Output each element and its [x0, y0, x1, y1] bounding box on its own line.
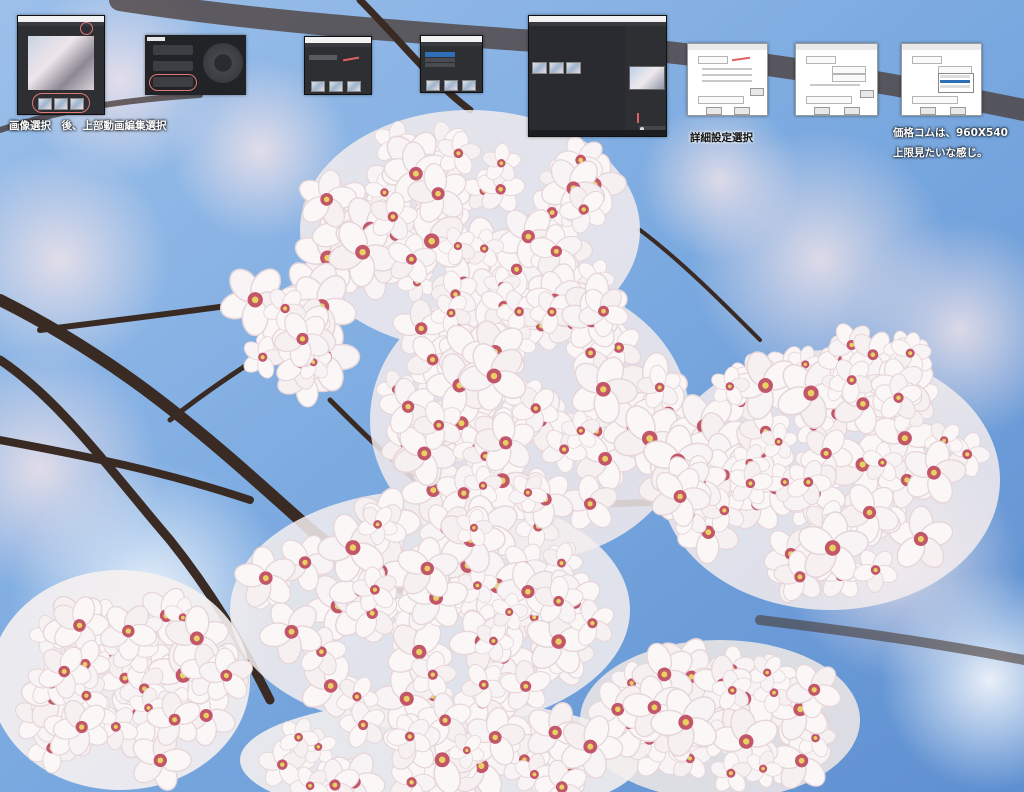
screenshot-edit-menu — [145, 35, 246, 95]
setting-row — [702, 74, 752, 76]
thumbnail-highlight — [32, 93, 90, 113]
window-menubar — [421, 42, 482, 46]
resolution-dropdown[interactable] — [938, 73, 974, 93]
red-arrow-down — [637, 113, 639, 123]
screenshot-resolution-dropdown — [901, 43, 982, 116]
ok-button[interactable] — [706, 107, 722, 115]
window-menubar — [305, 43, 371, 47]
timeline-panel — [529, 26, 625, 130]
format-field[interactable] — [698, 56, 728, 64]
list-item[interactable] — [425, 58, 455, 62]
resolution-field[interactable] — [832, 66, 866, 74]
browse-button[interactable] — [860, 90, 874, 98]
setting-row — [702, 80, 752, 82]
red-arrow — [731, 56, 751, 61]
output-path-field[interactable] — [698, 96, 744, 104]
caption-step3-line2: 上限見たいな感じ。 — [893, 147, 988, 159]
thumbnail[interactable] — [311, 81, 325, 92]
setting-row — [810, 84, 860, 86]
screenshot-editor-list — [420, 35, 483, 93]
output-path-field[interactable] — [806, 96, 852, 104]
output-path-field[interactable] — [912, 96, 958, 104]
list-selected[interactable] — [425, 52, 455, 57]
top-edit-highlight — [80, 22, 93, 35]
dropdown-option[interactable] — [940, 85, 970, 88]
thumbnail[interactable] — [426, 80, 440, 91]
app-logo-icon — [147, 37, 165, 41]
preview-pane — [629, 66, 665, 90]
thumbnail[interactable] — [347, 81, 361, 92]
caption-step1: 画像選択 後、上部動画編集選択 — [9, 120, 167, 132]
menu-item[interactable] — [153, 61, 193, 71]
dropdown-option-selected[interactable] — [940, 80, 970, 83]
screenshot-detail-settings-2 — [795, 43, 878, 116]
ok-button[interactable] — [814, 107, 830, 115]
ok-button[interactable] — [920, 107, 936, 115]
bitrate-field[interactable] — [832, 74, 866, 82]
video-edit-highlight — [149, 74, 197, 91]
thumbnail[interactable] — [532, 62, 547, 74]
settings-field[interactable] — [309, 55, 337, 60]
window-titlebar — [796, 44, 877, 50]
thumbnail[interactable] — [566, 62, 581, 74]
thumbnail[interactable] — [462, 80, 476, 91]
photo-preview — [28, 36, 94, 90]
caption-step2: 詳細設定選択 — [690, 132, 753, 144]
screenshot-editor — [304, 36, 372, 95]
setting-row — [702, 68, 752, 70]
window-titlebar — [902, 44, 981, 50]
thumbnail[interactable] — [549, 62, 564, 74]
screenshot-detail-settings — [687, 43, 768, 116]
thumbnail[interactable] — [329, 81, 343, 92]
format-field[interactable] — [806, 56, 836, 64]
dropdown-option[interactable] — [940, 75, 970, 78]
screenshot-editor-large — [528, 15, 667, 137]
dial-icon[interactable] — [203, 43, 243, 83]
menu-item[interactable] — [153, 45, 193, 55]
thumbnail[interactable] — [444, 80, 458, 91]
format-field[interactable] — [912, 56, 942, 64]
browse-button[interactable] — [750, 88, 764, 96]
cancel-button[interactable] — [844, 107, 860, 115]
caption-step3: 価格コムは、960X540 — [893, 127, 1008, 139]
status-bar — [529, 130, 666, 136]
red-arrow — [342, 56, 360, 61]
list-item[interactable] — [425, 63, 455, 67]
screenshot-image-select — [17, 15, 105, 115]
cancel-button[interactable] — [950, 107, 966, 115]
cancel-button[interactable] — [734, 107, 750, 115]
window-titlebar — [688, 44, 767, 50]
